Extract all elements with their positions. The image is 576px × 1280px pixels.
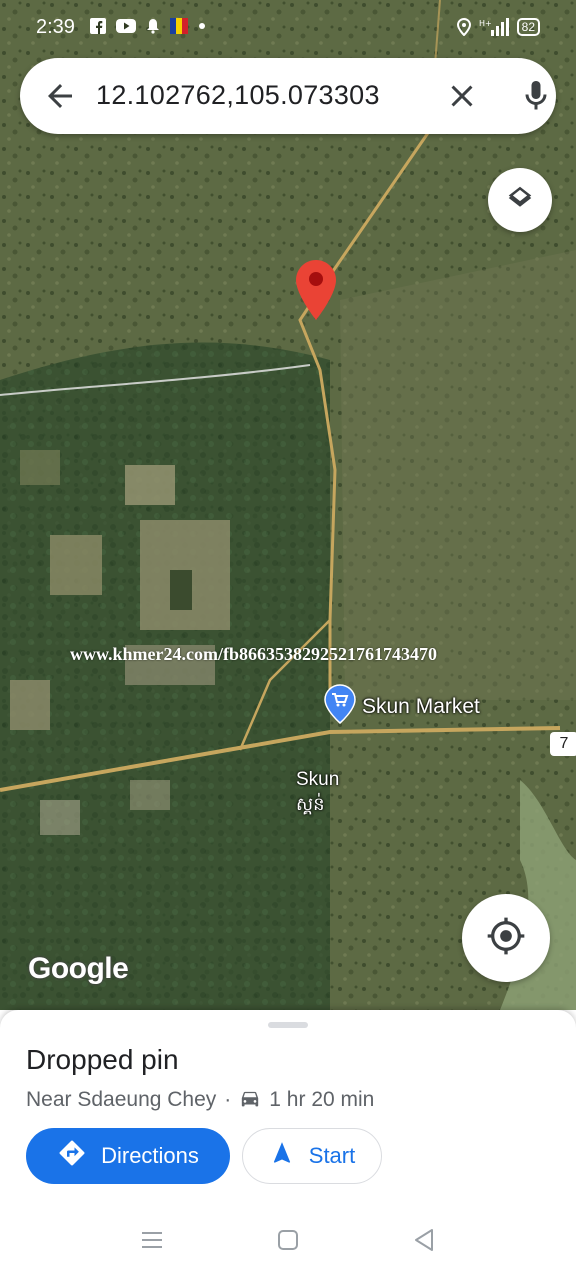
search-bar[interactable]: 12.102762,105.073303	[20, 58, 556, 134]
drive-time: 1 hr 20 min	[269, 1088, 375, 1111]
microphone-icon[interactable]	[518, 78, 554, 114]
home-icon[interactable]	[274, 1226, 302, 1254]
map-view[interactable]: 2:39 H+ 82 12.102762,105.073303 www.khme…	[0, 0, 576, 1010]
poi-skun-market[interactable]: Skun Market	[324, 684, 480, 729]
location-icon	[456, 17, 471, 37]
directions-button[interactable]: Directions	[26, 1128, 230, 1184]
road-number-badge: 7	[550, 732, 576, 756]
satellite-imagery	[0, 0, 576, 1010]
system-nav-bar	[0, 1200, 576, 1280]
battery-icon: 82	[516, 18, 540, 36]
directions-label: Directions	[101, 1143, 199, 1168]
svg-text:H+: H+	[479, 19, 492, 28]
town-label: Skun ស្គន់	[296, 768, 339, 816]
start-button[interactable]: Start	[242, 1128, 382, 1184]
signal-icon: H+	[479, 18, 509, 36]
directions-icon	[57, 1138, 87, 1174]
dropped-pin-marker[interactable]	[294, 258, 338, 322]
navigation-arrow-icon	[269, 1140, 295, 1172]
status-time: 2:39	[36, 16, 75, 38]
arrow-left-icon[interactable]	[42, 78, 78, 114]
layers-button[interactable]	[488, 168, 552, 232]
youtube-icon	[116, 18, 136, 36]
status-bar: 2:39 H+ 82	[0, 0, 576, 56]
back-icon[interactable]	[410, 1226, 438, 1254]
search-input[interactable]: 12.102762,105.073303	[96, 80, 380, 111]
close-icon[interactable]	[444, 78, 480, 114]
my-location-icon	[486, 916, 526, 961]
facebook-icon	[90, 18, 106, 36]
car-icon	[239, 1090, 261, 1110]
start-label: Start	[308, 1143, 356, 1168]
my-location-button[interactable]	[462, 894, 550, 982]
poi-label: Skun Market	[362, 694, 480, 718]
drag-handle[interactable]	[268, 1022, 308, 1028]
menu-icon[interactable]	[138, 1226, 166, 1254]
bell-icon	[146, 18, 160, 36]
flag-icon	[170, 18, 188, 36]
shopping-cart-icon	[324, 684, 356, 729]
dot-icon	[198, 18, 206, 36]
notification-icons	[90, 18, 206, 36]
google-logo: Google	[28, 952, 129, 985]
system-icons: H+ 82	[456, 17, 540, 37]
watermark-text: www.khmer24.com/fb8663538292521761743470	[70, 644, 437, 664]
place-title: Dropped pin	[26, 1044, 179, 1075]
separator-dot: ·	[224, 1088, 232, 1111]
town-name: Skun	[296, 769, 340, 790]
place-location: Near Sdaeung Chey	[26, 1088, 217, 1111]
town-name-khmer: ស្គន់	[296, 794, 325, 814]
layers-icon	[505, 183, 535, 218]
place-subtitle: Near Sdaeung Chey · 1 hr 20 min	[26, 1088, 374, 1112]
place-bottom-sheet[interactable]: Dropped pin Near Sdaeung Chey · 1 hr 20 …	[0, 1010, 576, 1200]
